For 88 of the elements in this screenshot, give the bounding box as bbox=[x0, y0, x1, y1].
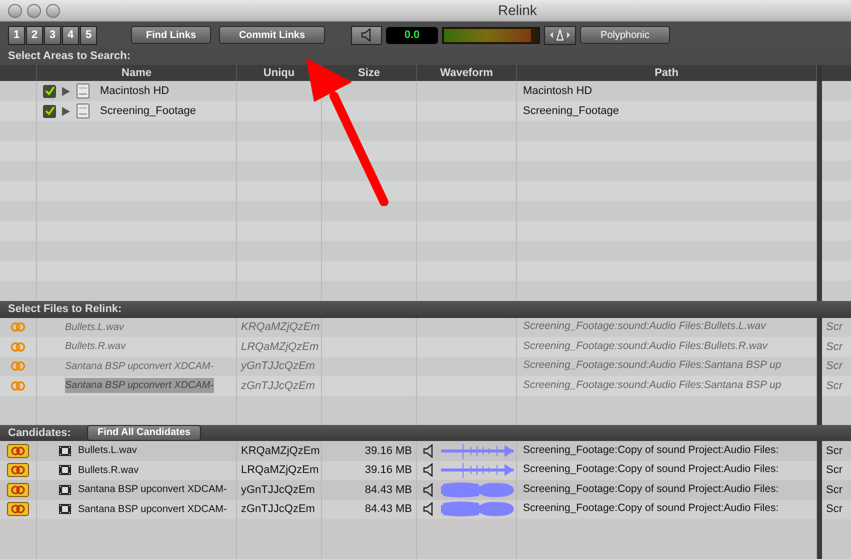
link-icon[interactable] bbox=[7, 502, 29, 516]
commit-links-button[interactable]: Commit Links bbox=[219, 26, 325, 44]
window-title: Relink bbox=[498, 1, 537, 20]
track-button[interactable]: 2 bbox=[26, 26, 43, 44]
hard-drive-icon bbox=[76, 83, 90, 99]
polyphonic-button[interactable]: Polyphonic bbox=[580, 26, 670, 44]
speaker-icon bbox=[423, 463, 435, 478]
window-control[interactable] bbox=[8, 4, 22, 18]
disclosure-triangle-icon[interactable] bbox=[62, 106, 70, 116]
table-cell[interactable]: Bullets.L.wav bbox=[65, 320, 124, 335]
table-cell-text: Scr bbox=[826, 340, 842, 354]
table-cell-text: Screening_Footage:sound:Audio Files:Bullets.L.wav bbox=[523, 319, 766, 334]
table-cell-text: yGnTJJcQzEm bbox=[241, 482, 315, 498]
checkbox[interactable] bbox=[43, 84, 56, 98]
window-control[interactable] bbox=[46, 4, 60, 18]
speaker-button[interactable] bbox=[351, 26, 382, 44]
column-header[interactable]: Waveform bbox=[440, 64, 493, 81]
table-cell-text: Scr bbox=[826, 463, 842, 478]
table-cell-text: 84.43 MB bbox=[364, 502, 412, 517]
table-cell-text: Screening_Footage:sound:Audio Files:Santana BSP up bbox=[523, 358, 782, 374]
table-cell-text: Scr bbox=[826, 482, 842, 498]
disclosure-triangle-icon[interactable] bbox=[62, 86, 70, 96]
table-cell-text: Macintosh HD bbox=[100, 84, 170, 99]
column-header[interactable]: Uniqu bbox=[263, 64, 295, 81]
track-button[interactable]: 1 bbox=[8, 26, 25, 44]
speaker-icon bbox=[423, 502, 435, 516]
table-cell-text: Screening_Footage bbox=[100, 104, 196, 119]
hard-drive-icon bbox=[76, 103, 90, 119]
film-icon bbox=[59, 444, 71, 457]
table-cell-text: Screening_Footage:sound:Audio Files:Santana BSP up bbox=[523, 378, 782, 393]
track-button[interactable]: 4 bbox=[62, 26, 79, 44]
film-icon bbox=[59, 503, 71, 516]
table-cell-text: Screening_Footage:Copy of sound Project:Audio Files: bbox=[523, 482, 779, 497]
table-cell[interactable]: Santana BSP upconvert XDCAM- bbox=[65, 378, 214, 394]
link-icon[interactable] bbox=[7, 444, 29, 458]
table-cell-text: Screening_Footage bbox=[523, 104, 620, 119]
section-label: Select Files to Relink: bbox=[8, 302, 122, 317]
waveform-icon bbox=[441, 462, 515, 478]
table-cell-text: Scr bbox=[826, 502, 842, 517]
table-cell-text: Santana BSP upconvert XDCAM- bbox=[78, 483, 227, 498]
section-label: Select Areas to Search: bbox=[8, 49, 130, 64]
speaker-icon bbox=[423, 482, 435, 497]
film-icon bbox=[59, 464, 71, 476]
table-cell-text: KRQaMZjQzEm bbox=[241, 320, 320, 335]
table-cell-text: Screening_Footage:Copy of sound Project:Audio Files: bbox=[523, 442, 779, 458]
track-button[interactable]: 3 bbox=[44, 26, 61, 44]
speaker-icon bbox=[423, 444, 435, 458]
table-cell-text: Screening_Footage:sound:Audio Files:Bullets.R.wav bbox=[523, 338, 768, 354]
column-header[interactable]: Name bbox=[122, 64, 152, 81]
film-icon bbox=[59, 484, 71, 496]
waveform-icon bbox=[441, 500, 515, 518]
checkbox[interactable] bbox=[43, 104, 56, 118]
link-icon[interactable] bbox=[7, 482, 29, 497]
metronome-button[interactable] bbox=[544, 26, 576, 44]
table-cell-text: LRQaMZjQzEm bbox=[241, 463, 319, 478]
table-cell-text: Scr bbox=[826, 444, 842, 458]
table-cell-text: Macintosh HD bbox=[523, 84, 592, 99]
table-cell-text: Bullets.R.wav bbox=[78, 464, 139, 478]
volume-display: 0.0 bbox=[386, 26, 438, 44]
find-all-candidates-button[interactable]: Find All Candidates bbox=[86, 424, 201, 441]
table-cell-text: Scr bbox=[826, 359, 842, 374]
section-label: Candidates: bbox=[8, 426, 71, 440]
table-cell-text: Bullets.L.wav bbox=[78, 444, 137, 458]
track-button[interactable]: 5 bbox=[80, 26, 97, 44]
table-cell-text: yGnTJJcQzEm bbox=[241, 359, 315, 374]
table-cell-text: Screening_Footage:Copy of sound Project:Audio Files: bbox=[523, 501, 779, 516]
table-cell-text: Screening_Footage:Copy of sound Project:Audio Files: bbox=[523, 462, 779, 478]
table-cell-text: LRQaMZjQzEm bbox=[241, 340, 319, 354]
link-icon[interactable] bbox=[7, 463, 29, 478]
window-control[interactable] bbox=[27, 4, 41, 18]
table-cell-text: zGnTJJcQzEm bbox=[241, 378, 315, 394]
column-header[interactable]: Size bbox=[358, 64, 380, 81]
table-cell-text: Scr bbox=[826, 378, 842, 394]
table-cell-text: 84.43 MB bbox=[364, 482, 412, 498]
table-cell[interactable]: Santana BSP upconvert XDCAM- bbox=[65, 358, 214, 374]
table-cell[interactable]: Bullets.R.wav bbox=[65, 339, 126, 354]
speaker-icon bbox=[360, 28, 372, 42]
table-cell-text: Scr bbox=[826, 320, 842, 335]
waveform-icon bbox=[441, 442, 515, 459]
metronome-icon bbox=[548, 29, 572, 41]
waveform-icon bbox=[441, 480, 515, 499]
table-cell-text: 39.16 MB bbox=[364, 444, 412, 458]
table-cell-text: 39.16 MB bbox=[364, 463, 412, 478]
column-header[interactable]: Path bbox=[654, 64, 678, 81]
table-cell-text: KRQaMZjQzEm bbox=[241, 444, 320, 458]
find-links-button[interactable]: Find Links bbox=[131, 26, 211, 44]
table-cell-text: Santana BSP upconvert XDCAM- bbox=[78, 502, 227, 517]
table-cell-text: zGnTJJcQzEm bbox=[241, 502, 315, 517]
